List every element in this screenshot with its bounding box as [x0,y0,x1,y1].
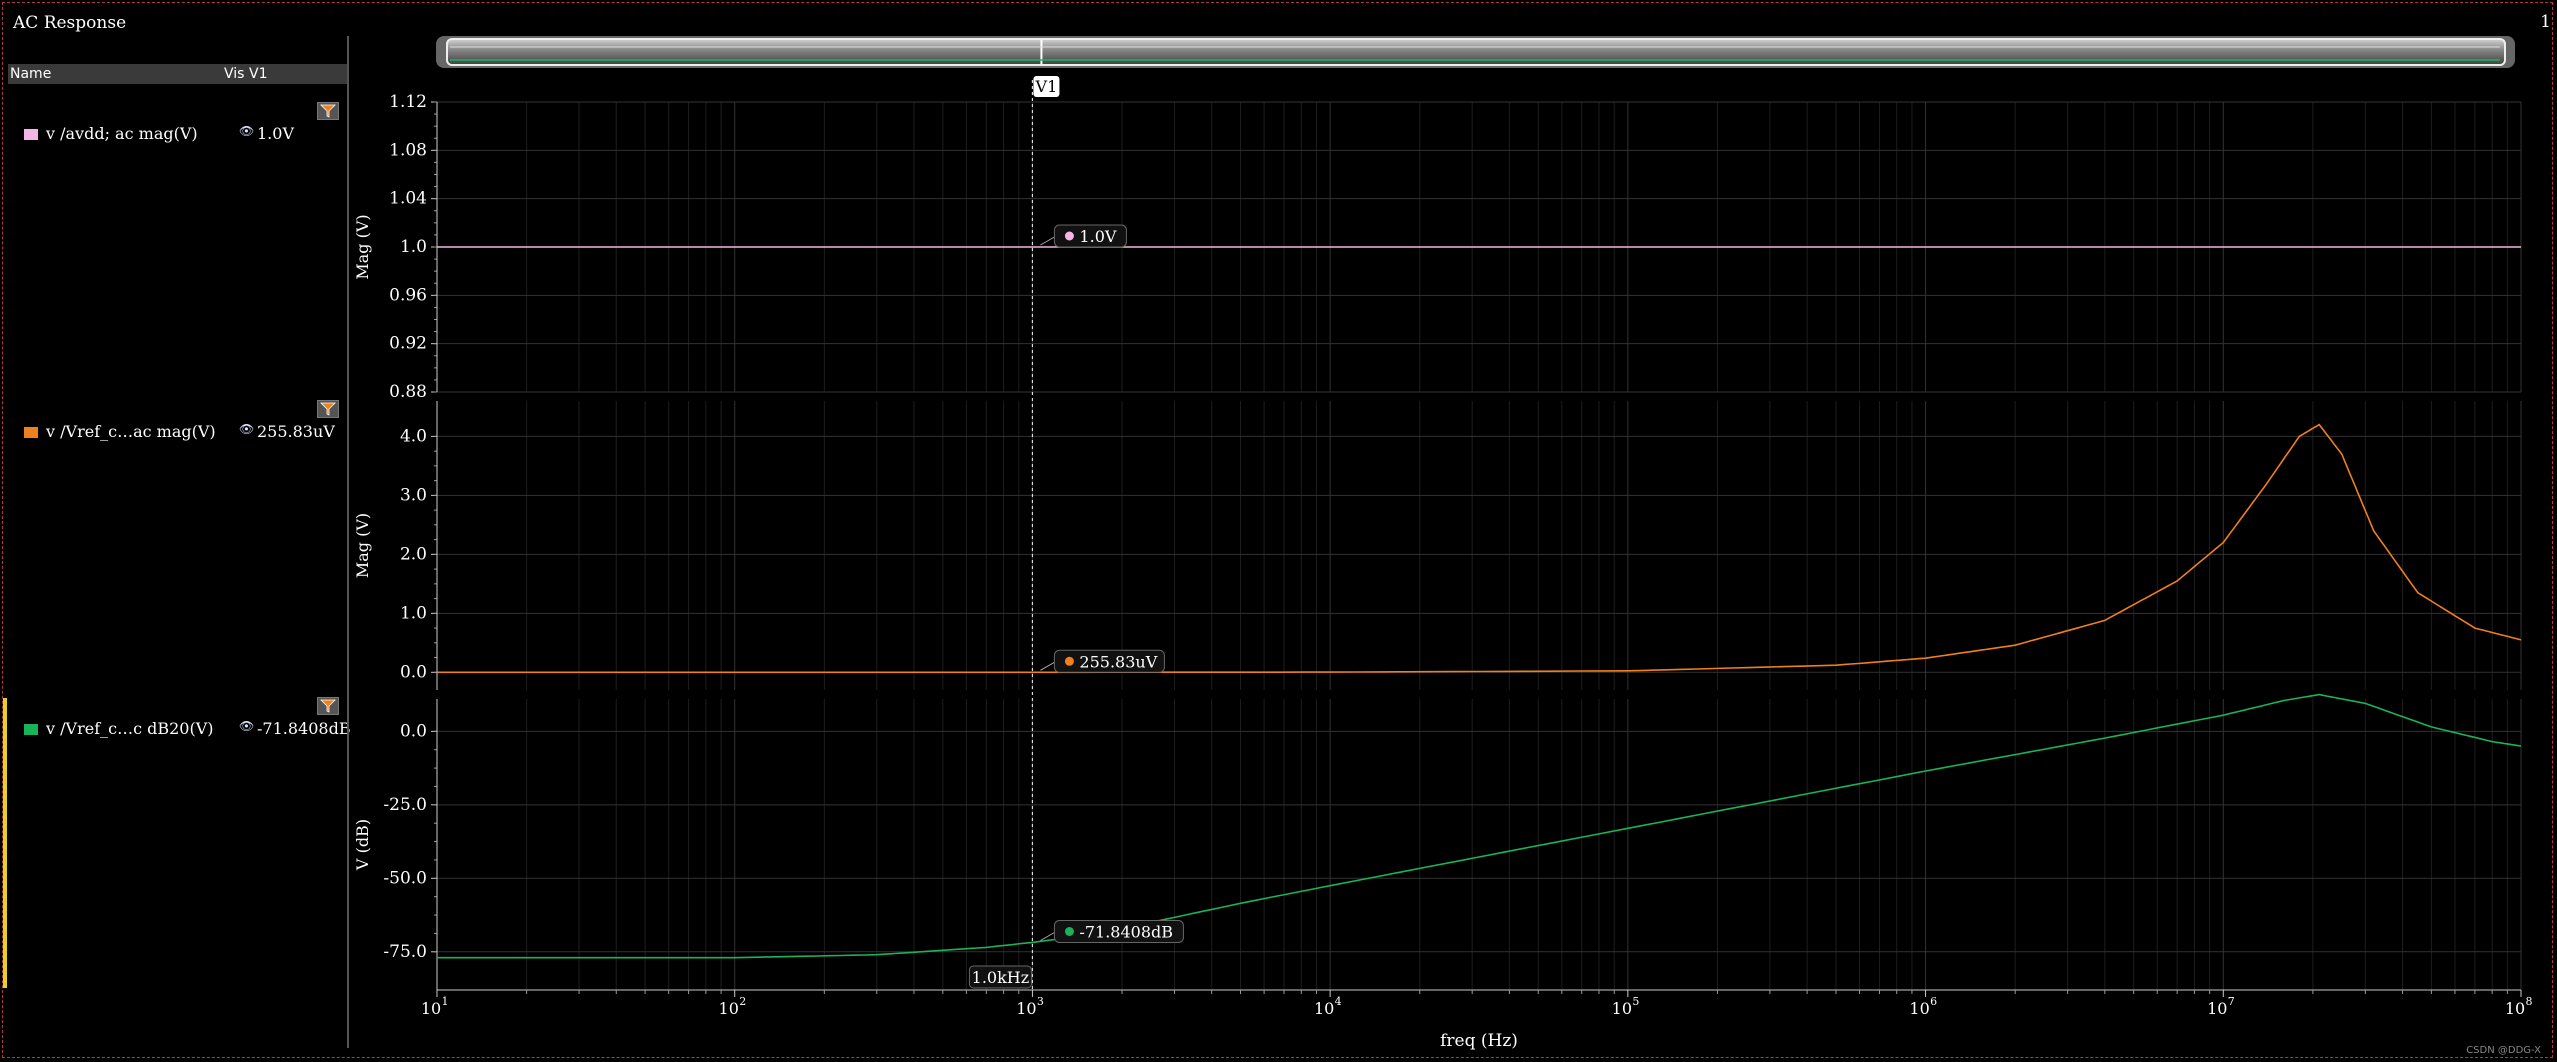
y-tick-label: 1.08 [389,140,427,160]
x-tick-label: 10 [1016,999,1036,1018]
x-tick-label: 10 [2207,999,2227,1018]
y-tick-label: 1.0 [400,603,427,623]
y-tick-label: 1.04 [389,189,427,209]
x-tick-label-exponent: 5 [1632,995,1639,1008]
y-tick-label: 4.0 [400,426,427,446]
x-tick-label: 10 [1612,999,1632,1018]
y-tick-label: 1.12 [389,92,427,112]
x-tick-label-exponent: 7 [2228,995,2235,1008]
marker-label: 1.0V [1079,227,1116,246]
x-tick-label: 10 [1909,999,1929,1018]
marker-point [1064,926,1074,936]
x-tick-label-exponent: 2 [739,995,746,1008]
marker-point [1064,231,1074,241]
marker-label: 255.83uV [1079,652,1157,671]
y-tick-label: 0.92 [389,334,427,354]
y-tick-label: -25.0 [383,795,427,815]
series-line [437,423,2522,674]
watermark: CSDN @DDG-X [2466,1045,2541,1056]
x-tick-label-exponent: 1 [442,995,449,1008]
x-tick-label-exponent: 3 [1037,995,1044,1008]
y-tick-label: 2.0 [400,544,427,564]
plot-area[interactable]: 1.121.081.041.00.960.920.88Mag (V) 1.0V4.… [0,0,2557,1062]
y-tick-label: 0.88 [389,382,427,402]
x-tick-label: 10 [421,999,441,1018]
marker-point [1064,656,1074,666]
y-tick-label: 0.96 [389,285,427,305]
marker-leader [1040,236,1055,246]
y-axis-label: Mag (V) [353,513,372,578]
x-tick-label: 10 [1314,999,1334,1018]
y-axis-label: Mag (V) [353,214,372,279]
chart-strip-2: 4.0 3.0 2.0 1.0 0.0 Mag (V) 255.83uV [353,401,2522,690]
x-tick-label-exponent: 4 [1335,995,1342,1008]
y-axis-label: V (dB) [353,819,372,871]
x-tick-label: 10 [2505,999,2525,1018]
chart-strip-3: 0.0 -25.0 -50.0 -75.0 V (dB) -71.8408dB [353,693,2522,990]
x-tick-label-exponent: 8 [2526,995,2533,1008]
x-tick-label: 10 [719,999,739,1018]
x-tick-label-exponent: 6 [1930,995,1937,1008]
chart-strip-1: 1.12 1.08 1.04 1.0 0.96 0.92 0.88 Mag (V) 1.0V [353,92,2522,402]
y-tick-label: 0.0 [400,721,427,741]
y-tick-label: 3.0 [400,485,427,505]
series-line [437,693,2522,959]
marker-label: -71.8408dB [1079,922,1173,941]
y-tick-label: -75.0 [383,942,427,962]
y-tick-label: 0.0 [400,662,427,682]
cursor-name: V1 [1035,77,1058,96]
y-tick-label: 1.0 [400,237,427,257]
cursor-x-label: 1.0kHz [972,968,1030,987]
marker-leader [1040,661,1055,671]
x-axis-label: freq (Hz) [1440,1031,1518,1051]
y-tick-label: -50.0 [383,868,427,888]
